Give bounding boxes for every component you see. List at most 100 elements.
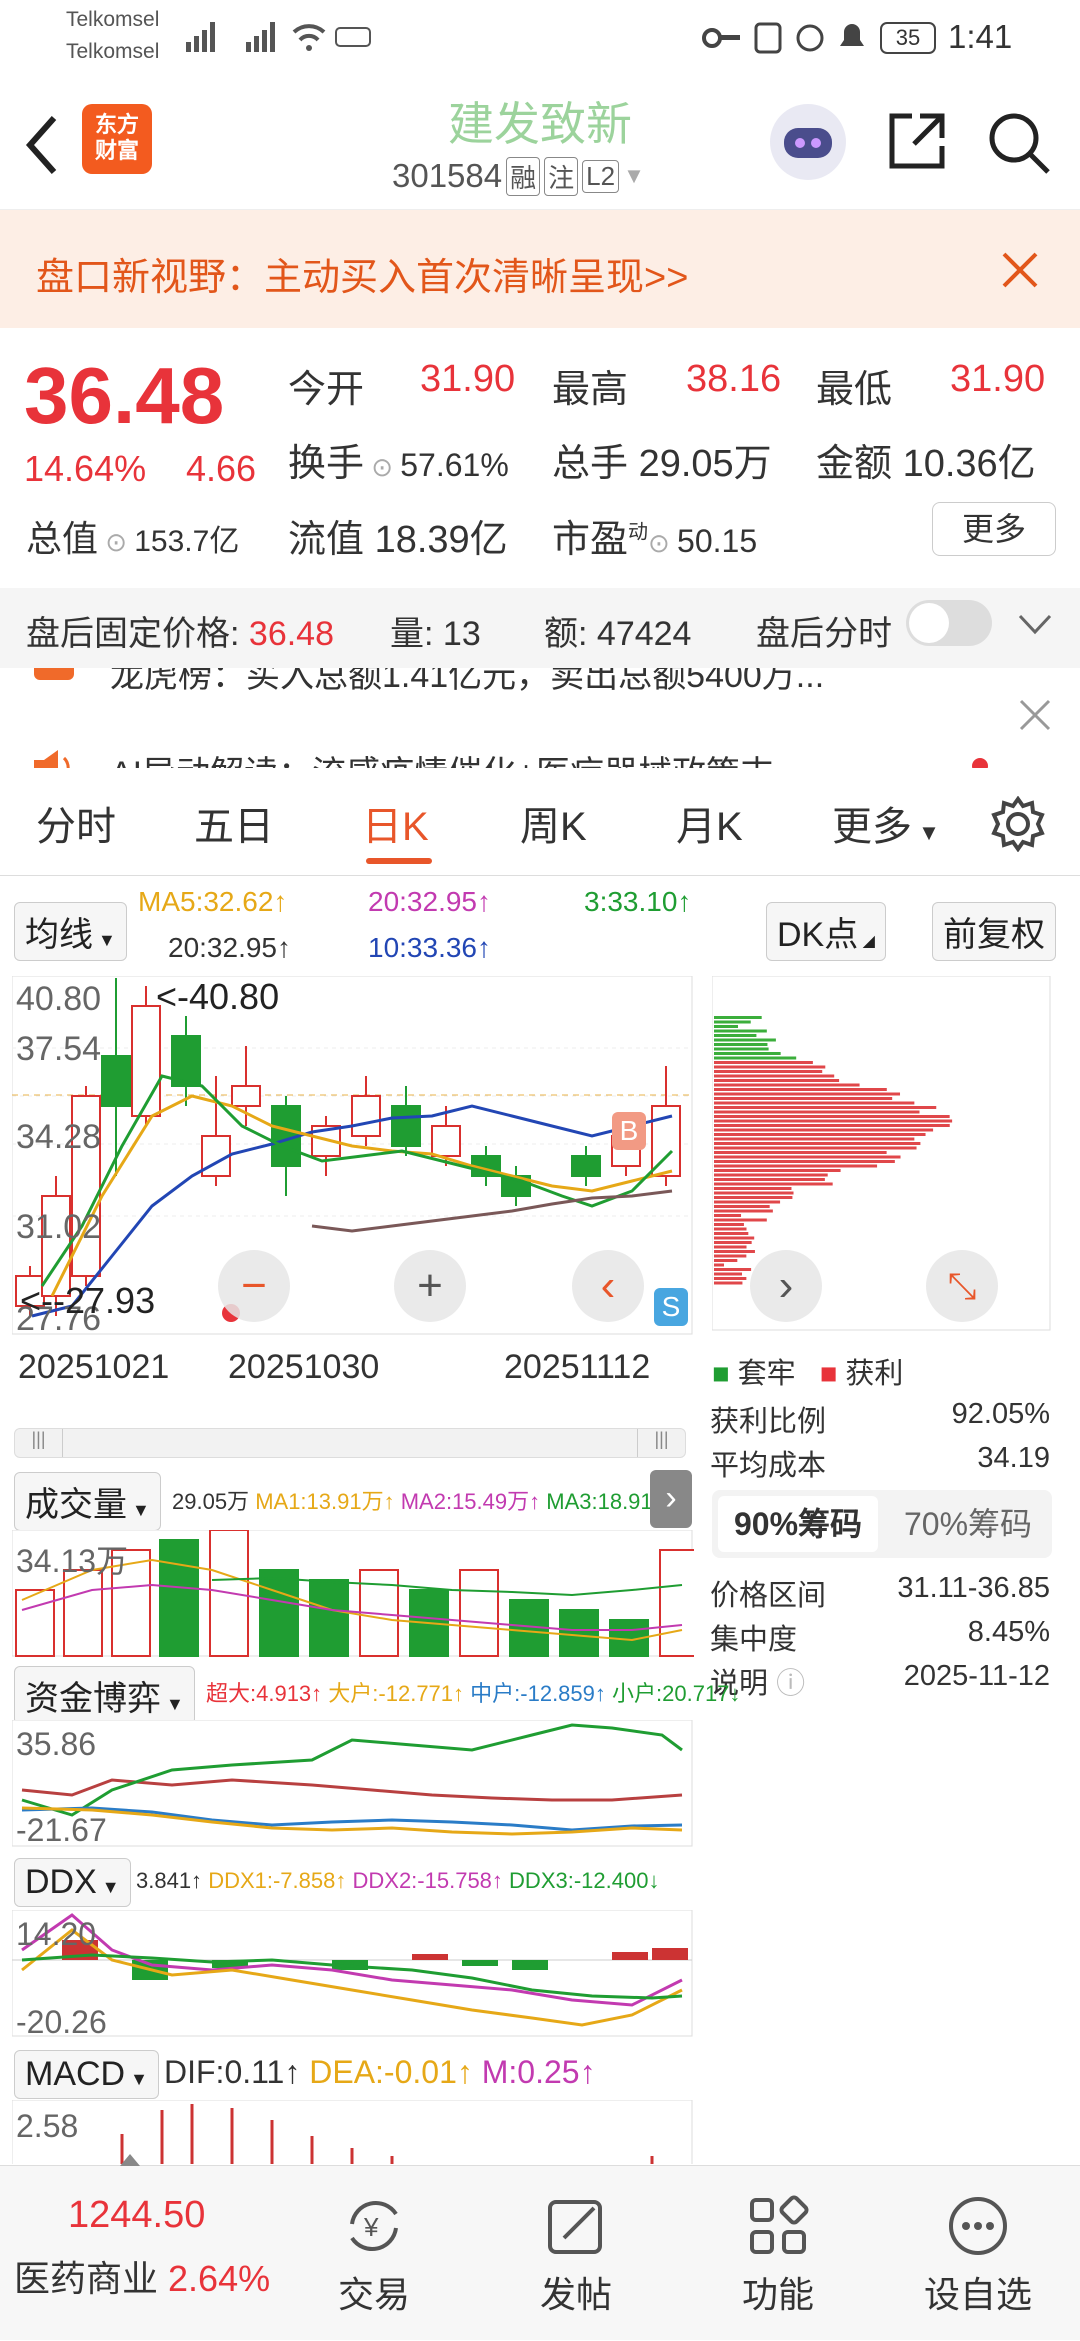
chevron-down-icon[interactable] — [1018, 614, 1052, 636]
news-ticker[interactable]: 龙虎榜：买入总额1.41亿元，卖出总额5400万... AI异动解读：流感疫情催… — [0, 668, 1080, 768]
ai-assistant-avatar[interactable] — [770, 104, 846, 180]
fund-indicator-selector[interactable]: 资金博弈 ▼ — [14, 1666, 195, 1725]
gear-icon[interactable] — [990, 796, 1046, 852]
chip-bar — [714, 1120, 952, 1123]
dk-point-selector[interactable]: DK点 ◢ — [766, 902, 886, 961]
chevron-down-icon: ▼ — [623, 163, 645, 189]
chart-range-slider[interactable]: ||| ||| — [14, 1428, 686, 1458]
volume-bar — [260, 1570, 298, 1656]
ma20-value: 20:32.95↑ — [368, 886, 491, 918]
adjustment-selector[interactable]: 前复权 — [932, 902, 1056, 961]
chip-bar — [714, 1034, 756, 1037]
open-value: 31.90 — [420, 358, 515, 401]
back-arrow-icon[interactable] — [22, 114, 62, 176]
index-value[interactable]: 1244.50 — [68, 2194, 205, 2237]
chevron-left-icon[interactable]: ‹ — [572, 1250, 644, 1322]
high-value: 38.16 — [686, 358, 781, 401]
zoom-out-button[interactable]: − — [218, 1250, 290, 1322]
high-marker: <-40.80 — [156, 976, 279, 1018]
expand-icon[interactable]: ⤡ — [926, 1250, 998, 1322]
chip-bar — [714, 1156, 901, 1159]
eastmoney-logo: 东方 财富 — [82, 104, 152, 174]
after-hours-timeline-label: 盘后分时 — [756, 606, 892, 655]
slider-handle-left[interactable]: ||| — [15, 1429, 63, 1457]
chevron-right-icon[interactable]: › — [750, 1250, 822, 1322]
index-name[interactable]: 医药商业 2.64% — [14, 2250, 270, 2302]
tab-more[interactable]: 更多 ▼ — [832, 794, 940, 852]
promo-banner[interactable]: 盘口新视野：主动买入首次清晰呈现>> — [0, 210, 1080, 328]
low-label: 最低 — [816, 358, 892, 413]
promo-text: 盘口新视野：主动买入首次清晰呈现>> — [36, 246, 688, 301]
after-hours-toggle[interactable] — [906, 600, 992, 646]
chip-bar — [714, 1165, 877, 1168]
chip-bar — [714, 1210, 773, 1213]
ddx-chart — [12, 1910, 694, 2038]
tab-daily-k[interactable]: 日K — [362, 794, 429, 852]
chip-bar — [714, 1241, 752, 1244]
search-icon[interactable] — [986, 110, 1052, 176]
volume-bar — [160, 1540, 198, 1656]
chip-bar — [714, 1066, 825, 1069]
chevron-right-icon[interactable]: › — [650, 1470, 692, 1528]
chip-bar — [714, 1061, 813, 1064]
volume-indicator-selector[interactable]: 成交量 ▼ — [14, 1472, 161, 1531]
macd-chart — [12, 2100, 694, 2164]
chip-bar — [714, 1201, 780, 1204]
tab-five-day[interactable]: 五日 — [194, 794, 274, 852]
quote-panel: 36.48 14.64% 4.66 总值 ⊙ 153.7亿 今开 31.90 最… — [0, 328, 1080, 588]
chip-bar — [714, 1115, 950, 1118]
add-favorite-button[interactable]: 设自选 — [888, 2166, 1068, 2341]
volume-bar — [460, 1570, 498, 1656]
change-percent: 14.64% — [24, 448, 146, 490]
chip-bar — [714, 1025, 738, 1028]
chip-bar — [714, 1255, 746, 1258]
y-axis-label: 31.02 — [16, 1208, 101, 1247]
period-tabs: 分时 五日 日K 周K 月K 更多 ▼ — [0, 772, 1080, 876]
ma-selector[interactable]: 均线 ▼ — [14, 902, 127, 961]
after-hours-volume: 量: 13 — [390, 606, 481, 655]
change-value: 4.66 — [186, 448, 256, 490]
after-hours-bar: 盘后固定价格: 36.48 量: 13 额: 47424 盘后分时 — [0, 588, 1080, 668]
volume-values: 29.05万 MA1:13.91万↑ MA2:15.49万↑ MA3:18.91… — [172, 1484, 686, 1516]
zoom-in-button[interactable]: + — [394, 1250, 466, 1322]
ma10-value: 10:33.36↑ — [368, 932, 491, 964]
news-item[interactable]: AI异动解读：流感疫情催化+医疗器械政策支... — [110, 746, 802, 768]
chip-bar — [714, 1048, 769, 1051]
tab-weekly-k[interactable]: 周K — [520, 794, 587, 852]
candle — [352, 1096, 380, 1136]
share-icon[interactable] — [884, 108, 950, 174]
chip-bar — [714, 1043, 767, 1046]
chip-bar — [714, 1273, 742, 1276]
sell-marker[interactable]: S — [654, 1288, 688, 1326]
y-axis-label: 34.28 — [16, 1118, 101, 1157]
close-icon[interactable] — [1018, 698, 1052, 732]
chip-bar — [714, 1070, 822, 1073]
slider-handle-right[interactable]: ||| — [637, 1429, 685, 1457]
post-button[interactable]: 发帖 — [486, 2166, 666, 2341]
stock-code-row[interactable]: 301584 融 注 L2 ▼ — [392, 156, 645, 196]
ma5-value: MA5:32.62↑ — [138, 886, 287, 918]
chip-bar — [714, 1102, 914, 1105]
macd-values: DIF:0.11↑ DEA:-0.01↑ M:0.25↑ — [164, 2054, 596, 2091]
buy-marker[interactable]: B — [612, 1112, 646, 1150]
function-button[interactable]: 功能 — [688, 2166, 868, 2341]
level2-tag: L2 — [582, 160, 619, 193]
ddx-indicator-selector[interactable]: DDX ▼ — [14, 1858, 131, 1907]
news-item[interactable]: 龙虎榜：买入总额1.41亿元，卖出总额5400万... — [110, 668, 824, 697]
chip-bar — [714, 1246, 747, 1249]
chip-bar — [714, 1129, 933, 1132]
chip-legend: ■ 套牢 ■ 获利 — [712, 1350, 903, 1392]
turnover-label: 换手 ⊙ 57.61% — [288, 432, 509, 487]
macd-max: 2.58 — [16, 2108, 78, 2145]
tab-90-chips[interactable]: 90%筹码 — [718, 1496, 878, 1552]
tab-monthly-k[interactable]: 月K — [676, 794, 743, 852]
volume-label: 总手 29.05万 — [552, 432, 772, 487]
more-button[interactable]: 更多 — [932, 502, 1056, 556]
macd-indicator-selector[interactable]: MACD ▼ — [14, 2050, 159, 2099]
chip-range-tabs: 90%筹码 70%筹码 — [712, 1490, 1052, 1558]
tab-intraday[interactable]: 分时 — [36, 794, 116, 852]
stock-code: 301584 — [392, 157, 502, 195]
tab-70-chips[interactable]: 70%筹码 — [888, 1496, 1048, 1552]
trade-button[interactable]: ¥ 交易 — [284, 2166, 464, 2341]
close-icon[interactable] — [1000, 250, 1040, 290]
